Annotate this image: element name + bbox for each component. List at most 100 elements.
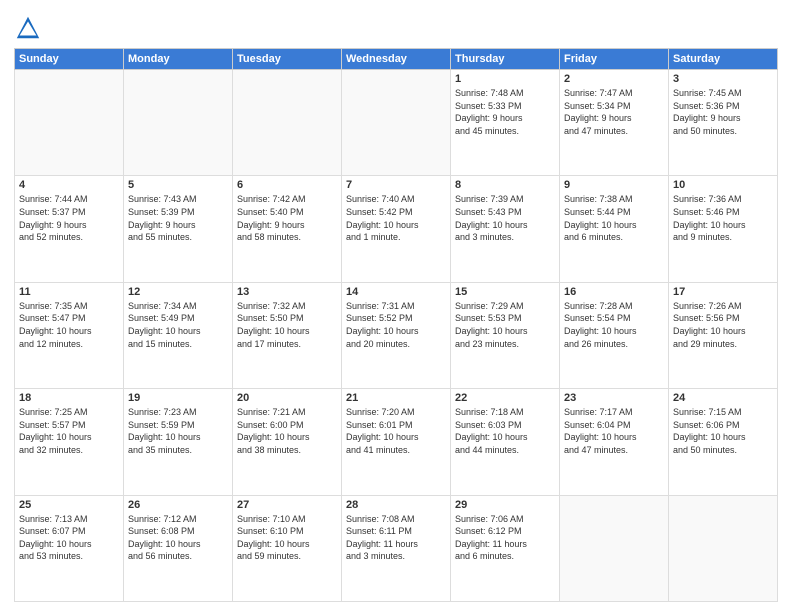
day-info: Sunrise: 7:26 AM Sunset: 5:56 PM Dayligh…: [673, 300, 773, 350]
day-number: 16: [564, 286, 664, 298]
logo: [14, 14, 46, 42]
day-number: 23: [564, 392, 664, 404]
day-number: 15: [455, 286, 555, 298]
calendar-cell: 27Sunrise: 7:10 AM Sunset: 6:10 PM Dayli…: [233, 495, 342, 601]
day-info: Sunrise: 7:35 AM Sunset: 5:47 PM Dayligh…: [19, 300, 119, 350]
calendar-cell: [669, 495, 778, 601]
header: [14, 10, 778, 42]
calendar-cell: 8 Sunrise: 7:39 AM Sunset: 5:43 PM Daylig…: [451, 176, 560, 282]
day-info: Sunrise: 7:39 AM Sunset: 5:43 PM Dayligh…: [455, 193, 555, 243]
calendar-cell: 25 Sunrise: 7:13 AM Sunset: 6:07 PM Dayli…: [15, 495, 124, 601]
day-number: 4: [19, 179, 119, 191]
day-number: 3: [673, 73, 773, 85]
calendar-cell: [15, 70, 124, 176]
day-info: Sunrise: 7:34 AM Sunset: 5:49 PM Dayligh…: [128, 300, 228, 350]
day-info: Sunrise: 7:45 AM Sunset: 5:36 PM Dayligh…: [673, 87, 773, 137]
day-number: 21: [346, 392, 446, 404]
calendar-week-2: 4 Sunrise: 7:44 AM Sunset: 5:37 PM Daylig…: [15, 176, 778, 282]
calendar-cell: [560, 495, 669, 601]
calendar-cell: 26 Sunrise: 7:12 AM Sunset: 6:08 PM Dayli…: [124, 495, 233, 601]
calendar-week-4: 18 Sunrise: 7:25 AM Sunset: 5:57 PM Dayli…: [15, 389, 778, 495]
calendar-cell: 23 Sunrise: 7:17 AM Sunset: 6:04 PM Dayli…: [560, 389, 669, 495]
day-info: Sunrise: 7:28 AM Sunset: 5:54 PM Dayligh…: [564, 300, 664, 350]
calendar-cell: 24 Sunrise: 7:15 AM Sunset: 6:06 PM Dayli…: [669, 389, 778, 495]
calendar-cell: 21 Sunrise: 7:20 AM Sunset: 6:01 PM Dayli…: [342, 389, 451, 495]
day-info: Sunrise: 7:18 AM Sunset: 6:03 PM Dayligh…: [455, 406, 555, 456]
day-info: Sunrise: 7:06 AM Sunset: 6:12 PM Dayligh…: [455, 513, 555, 563]
day-number: 8: [455, 179, 555, 191]
day-info: Sunrise: 7:21 AM Sunset: 6:00 PM Dayligh…: [237, 406, 337, 456]
day-number: 10: [673, 179, 773, 191]
day-number: 27: [237, 499, 337, 511]
day-info: Sunrise: 7:17 AM Sunset: 6:04 PM Dayligh…: [564, 406, 664, 456]
calendar-header: SundayMondayTuesdayWednesdayThursdayFrid…: [15, 49, 778, 70]
calendar-cell: [233, 70, 342, 176]
day-number: 5: [128, 179, 228, 191]
calendar-cell: 9 Sunrise: 7:38 AM Sunset: 5:44 PM Daylig…: [560, 176, 669, 282]
calendar-body: 1Sunrise: 7:48 AM Sunset: 5:33 PM Daylig…: [15, 70, 778, 602]
day-number: 12: [128, 286, 228, 298]
day-info: Sunrise: 7:23 AM Sunset: 5:59 PM Dayligh…: [128, 406, 228, 456]
calendar-cell: 14 Sunrise: 7:31 AM Sunset: 5:52 PM Dayli…: [342, 282, 451, 388]
weekday-header-saturday: Saturday: [669, 49, 778, 70]
calendar-cell: 22 Sunrise: 7:18 AM Sunset: 6:03 PM Dayli…: [451, 389, 560, 495]
calendar-week-5: 25 Sunrise: 7:13 AM Sunset: 6:07 PM Dayli…: [15, 495, 778, 601]
calendar-cell: 29Sunrise: 7:06 AM Sunset: 6:12 PM Dayli…: [451, 495, 560, 601]
day-info: Sunrise: 7:38 AM Sunset: 5:44 PM Dayligh…: [564, 193, 664, 243]
day-info: Sunrise: 7:13 AM Sunset: 6:07 PM Dayligh…: [19, 513, 119, 563]
day-number: 6: [237, 179, 337, 191]
day-info: Sunrise: 7:12 AM Sunset: 6:08 PM Dayligh…: [128, 513, 228, 563]
calendar-cell: 5 Sunrise: 7:43 AM Sunset: 5:39 PM Daylig…: [124, 176, 233, 282]
calendar-cell: 6 Sunrise: 7:42 AM Sunset: 5:40 PM Daylig…: [233, 176, 342, 282]
calendar-cell: 20 Sunrise: 7:21 AM Sunset: 6:00 PM Dayli…: [233, 389, 342, 495]
weekday-header-sunday: Sunday: [15, 49, 124, 70]
day-number: 25: [19, 499, 119, 511]
day-number: 19: [128, 392, 228, 404]
calendar-table: SundayMondayTuesdayWednesdayThursdayFrid…: [14, 48, 778, 602]
weekday-header-thursday: Thursday: [451, 49, 560, 70]
day-info: Sunrise: 7:08 AM Sunset: 6:11 PM Dayligh…: [346, 513, 446, 563]
calendar-cell: 12 Sunrise: 7:34 AM Sunset: 5:49 PM Dayli…: [124, 282, 233, 388]
day-number: 18: [19, 392, 119, 404]
calendar-cell: 2 Sunrise: 7:47 AM Sunset: 5:34 PM Daylig…: [560, 70, 669, 176]
calendar-cell: 19 Sunrise: 7:23 AM Sunset: 5:59 PM Dayli…: [124, 389, 233, 495]
calendar-cell: [342, 70, 451, 176]
weekday-header-friday: Friday: [560, 49, 669, 70]
day-info: Sunrise: 7:25 AM Sunset: 5:57 PM Dayligh…: [19, 406, 119, 456]
day-info: Sunrise: 7:31 AM Sunset: 5:52 PM Dayligh…: [346, 300, 446, 350]
weekday-header-row: SundayMondayTuesdayWednesdayThursdayFrid…: [15, 49, 778, 70]
day-info: Sunrise: 7:15 AM Sunset: 6:06 PM Dayligh…: [673, 406, 773, 456]
calendar-cell: 28Sunrise: 7:08 AM Sunset: 6:11 PM Dayli…: [342, 495, 451, 601]
calendar-cell: 7Sunrise: 7:40 AM Sunset: 5:42 PM Daylig…: [342, 176, 451, 282]
calendar-cell: 16 Sunrise: 7:28 AM Sunset: 5:54 PM Dayli…: [560, 282, 669, 388]
calendar-week-1: 1Sunrise: 7:48 AM Sunset: 5:33 PM Daylig…: [15, 70, 778, 176]
day-info: Sunrise: 7:29 AM Sunset: 5:53 PM Dayligh…: [455, 300, 555, 350]
day-info: Sunrise: 7:43 AM Sunset: 5:39 PM Dayligh…: [128, 193, 228, 243]
day-number: 13: [237, 286, 337, 298]
logo-icon: [14, 14, 42, 42]
day-number: 24: [673, 392, 773, 404]
day-info: Sunrise: 7:36 AM Sunset: 5:46 PM Dayligh…: [673, 193, 773, 243]
weekday-header-monday: Monday: [124, 49, 233, 70]
calendar-cell: 3 Sunrise: 7:45 AM Sunset: 5:36 PM Daylig…: [669, 70, 778, 176]
day-number: 26: [128, 499, 228, 511]
calendar-cell: 13 Sunrise: 7:32 AM Sunset: 5:50 PM Dayli…: [233, 282, 342, 388]
day-number: 2: [564, 73, 664, 85]
day-number: 22: [455, 392, 555, 404]
page: SundayMondayTuesdayWednesdayThursdayFrid…: [0, 0, 792, 612]
day-info: Sunrise: 7:32 AM Sunset: 5:50 PM Dayligh…: [237, 300, 337, 350]
day-number: 17: [673, 286, 773, 298]
day-info: Sunrise: 7:47 AM Sunset: 5:34 PM Dayligh…: [564, 87, 664, 137]
calendar-cell: [124, 70, 233, 176]
day-info: Sunrise: 7:20 AM Sunset: 6:01 PM Dayligh…: [346, 406, 446, 456]
calendar-cell: 15 Sunrise: 7:29 AM Sunset: 5:53 PM Dayli…: [451, 282, 560, 388]
day-number: 9: [564, 179, 664, 191]
day-number: 11: [19, 286, 119, 298]
day-number: 14: [346, 286, 446, 298]
calendar-cell: 1Sunrise: 7:48 AM Sunset: 5:33 PM Daylig…: [451, 70, 560, 176]
day-number: 20: [237, 392, 337, 404]
day-info: Sunrise: 7:44 AM Sunset: 5:37 PM Dayligh…: [19, 193, 119, 243]
day-info: Sunrise: 7:42 AM Sunset: 5:40 PM Dayligh…: [237, 193, 337, 243]
day-info: Sunrise: 7:48 AM Sunset: 5:33 PM Dayligh…: [455, 87, 555, 137]
calendar-cell: 10 Sunrise: 7:36 AM Sunset: 5:46 PM Dayli…: [669, 176, 778, 282]
